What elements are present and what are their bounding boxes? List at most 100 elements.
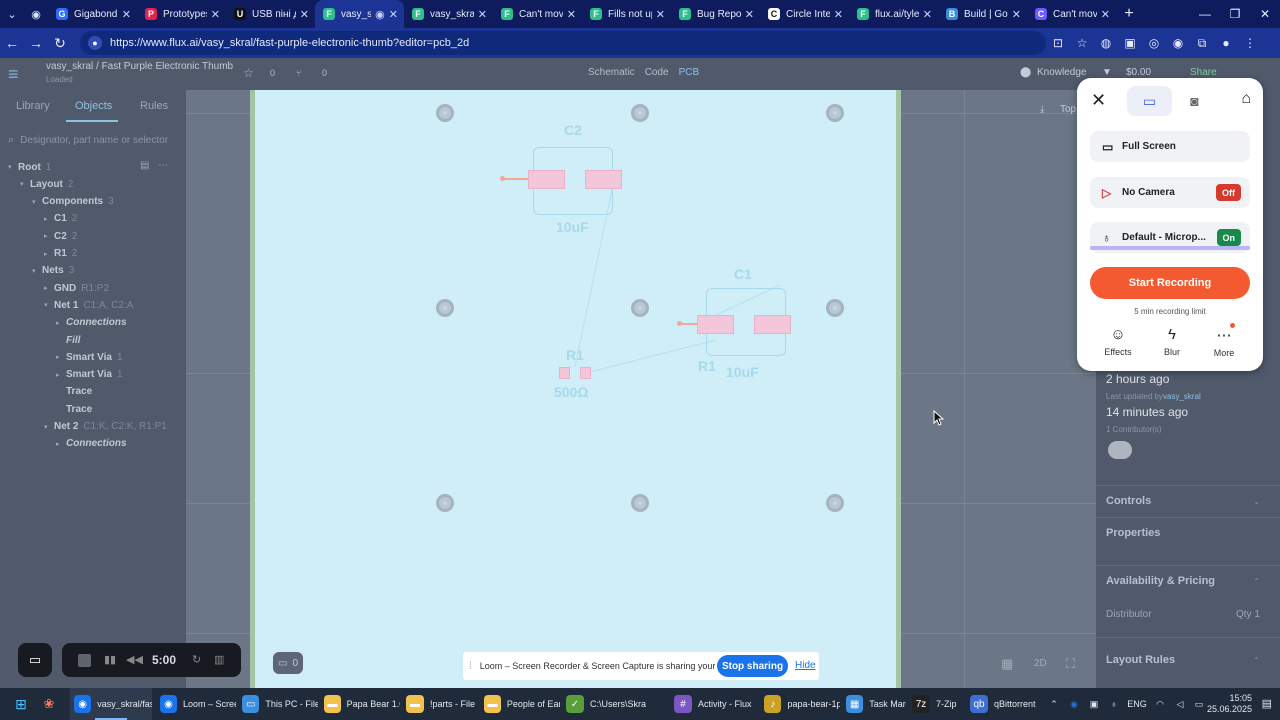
copilot-icon: ❀ xyxy=(43,696,55,711)
volume-icon[interactable]: ◁ xyxy=(1170,699,1190,710)
taskbar-app[interactable]: ▦ Task Man xyxy=(842,688,906,720)
app-label: qBittorrent xyxy=(994,699,1036,709)
c1-pad-2[interactable] xyxy=(754,315,791,334)
layout-rules-section[interactable]: Layout Rules xyxy=(1106,654,1175,666)
taskbar-app[interactable]: ◉ vasy_skral/fas xyxy=(70,688,152,720)
stop-icon[interactable] xyxy=(78,654,91,667)
hide-sharing-link[interactable]: Hide xyxy=(795,660,816,671)
windows-icon: ⊞ xyxy=(15,695,27,712)
taskbar-app[interactable]: ▬ !parts - File xyxy=(402,688,478,720)
tray-mic-icon[interactable]: ♁ xyxy=(1104,699,1124,709)
video-mode-icon[interactable]: ▭ xyxy=(1127,86,1172,116)
notifications-icon[interactable]: ▤ xyxy=(1262,697,1272,710)
app-label: Loom – Scree xyxy=(183,699,236,709)
layer-top-icon[interactable]: ⤓ xyxy=(1040,104,1044,115)
more-button[interactable]: ⋯ More xyxy=(1199,326,1249,358)
lightning-icon: ϟ xyxy=(1168,326,1176,343)
loom-capture-mode: ▭ ◙ xyxy=(1127,86,1217,116)
last-updated-user[interactable]: vasy_skral xyxy=(1163,392,1201,401)
view-2d-toggle[interactable]: 2D xyxy=(1034,658,1047,669)
delete-icon[interactable]: ▥ xyxy=(214,653,224,666)
created-ago: 2 hours ago xyxy=(1106,372,1170,386)
tray-chrome-icon[interactable]: ◉ xyxy=(1064,699,1084,710)
taskbar-app[interactable]: qb qBittorrent xyxy=(966,688,1036,720)
app-label: 7-Zip xyxy=(936,699,957,709)
c1-designator: C1 xyxy=(734,266,752,282)
layer-top-button[interactable]: Top xyxy=(1060,104,1076,115)
recording-limit-note: 5 min recording limit xyxy=(1134,307,1206,316)
tray-overflow-icon[interactable]: ⌃ xyxy=(1044,699,1064,710)
windows-taskbar: ⊞ ❀ ◉ vasy_skral/fas ◉ Loom – Scree ▭ This PC… xyxy=(0,688,1280,720)
properties-section[interactable]: Properties xyxy=(1106,527,1160,539)
grid-view-icon[interactable]: ▦ xyxy=(1001,656,1013,672)
r1-designator: R1 xyxy=(566,347,584,363)
restart-icon[interactable]: ↻ xyxy=(192,653,201,666)
effects-icon: ☺ xyxy=(1110,326,1126,343)
microphone-on-toggle[interactable]: On xyxy=(1216,229,1241,246)
contributors-count: 1 Contributor(s) xyxy=(1106,425,1162,434)
c2-pad-1[interactable] xyxy=(528,170,565,189)
app-label: Activity - Flux xyxy=(698,699,752,709)
chevron-down-icon[interactable]: ⌄ xyxy=(1253,497,1260,506)
r1-pad-1[interactable] xyxy=(559,367,570,379)
app-icon: ▬ xyxy=(324,695,341,713)
taskbar-app[interactable]: ▭ This PC - File xyxy=(238,688,318,720)
distributor-label: Distributor xyxy=(1106,609,1152,620)
blur-button[interactable]: ϟ Blur xyxy=(1147,326,1197,357)
tray-app-icon[interactable]: ▣ xyxy=(1084,699,1104,710)
loom-recorder-popup: ✕ ▭ ◙ ⌂ ▭ Full Screen ▷ No Camera Off ♁ … xyxy=(1077,78,1263,371)
full-screen-label: Full Screen xyxy=(1122,141,1176,152)
last-updated-prefix: Last updated by xyxy=(1106,392,1163,401)
stop-sharing-button[interactable]: Stop sharing xyxy=(717,655,788,677)
updated-ago: 14 minutes ago xyxy=(1106,405,1189,419)
taskbar-app[interactable]: 7z 7-Zip xyxy=(908,688,964,720)
clock-time: 15:05 xyxy=(1229,693,1252,703)
app-label: People of Earl xyxy=(506,699,560,709)
contributor-avatar[interactable] xyxy=(1108,441,1132,459)
camera-off-toggle[interactable]: Off xyxy=(1216,184,1241,201)
r1-pad-2[interactable] xyxy=(580,367,591,379)
camera-bubble-button[interactable]: ▭ xyxy=(18,643,52,677)
drag-handle-icon[interactable]: ⁞ xyxy=(469,661,472,672)
taskbar-app[interactable]: ▬ People of Earl xyxy=(480,688,560,720)
home-icon[interactable]: ⌂ xyxy=(1241,90,1251,108)
c2-pin-marker xyxy=(503,178,530,180)
effects-label: Effects xyxy=(1104,347,1132,357)
close-icon[interactable]: ✕ xyxy=(1091,90,1106,111)
taskbar-app[interactable]: ▬ Papa Bear 1.0 xyxy=(320,688,400,720)
taskbar-app[interactable]: ♪ papa-bear-1p xyxy=(760,688,840,720)
notification-dot xyxy=(1230,323,1235,328)
comments-button[interactable]: ▭ 0 xyxy=(273,652,303,674)
camera-option[interactable]: ▷ No Camera Off xyxy=(1090,177,1250,208)
fullscreen-icon[interactable]: ⛶ xyxy=(1066,656,1075,672)
screenshot-mode-icon[interactable]: ◙ xyxy=(1172,86,1217,116)
r1-side-label: R1 xyxy=(698,358,716,374)
app-label: !parts - File xyxy=(430,699,476,709)
rewind-icon[interactable]: ◀◀ xyxy=(126,653,143,666)
start-button[interactable]: ⊞ xyxy=(12,688,36,720)
taskbar-app[interactable]: ✓ C:\Users\Skra xyxy=(562,688,668,720)
recording-control-bar: ▮▮ ◀◀ 5:00 ↻ ▥ xyxy=(62,643,241,677)
ratsnest-line xyxy=(574,189,613,368)
taskbar-clock[interactable]: 15:05 25.06.2025 xyxy=(1207,693,1252,715)
full-screen-option[interactable]: ▭ Full Screen xyxy=(1090,131,1250,162)
controls-section[interactable]: Controls xyxy=(1106,495,1151,507)
camera-label: No Camera xyxy=(1122,187,1175,198)
language-indicator[interactable]: ENG xyxy=(1124,699,1150,709)
start-recording-button[interactable]: Start Recording xyxy=(1090,267,1250,299)
availability-section[interactable]: Availability & Pricing xyxy=(1106,575,1215,587)
wifi-icon[interactable]: ◠ xyxy=(1150,699,1170,710)
taskbar-app[interactable]: # Activity - Flux xyxy=(670,688,758,720)
copilot-button[interactable]: ❀ xyxy=(40,688,64,720)
c1-pin-dot xyxy=(677,321,682,326)
c2-pad-2[interactable] xyxy=(585,170,622,189)
effects-button[interactable]: ☺ Effects xyxy=(1093,326,1143,357)
pause-icon[interactable]: ▮▮ xyxy=(104,653,116,666)
taskbar-app[interactable]: ◉ Loom – Scree xyxy=(156,688,236,720)
app-icon: ◉ xyxy=(74,695,92,713)
chevron-up-icon[interactable]: ⌃ xyxy=(1253,577,1260,586)
battery-icon[interactable]: ▭ xyxy=(1190,699,1208,710)
c1-pad-1[interactable] xyxy=(697,315,734,334)
app-icon: qb xyxy=(970,695,988,713)
chevron-up-icon[interactable]: ⌃ xyxy=(1253,656,1260,665)
